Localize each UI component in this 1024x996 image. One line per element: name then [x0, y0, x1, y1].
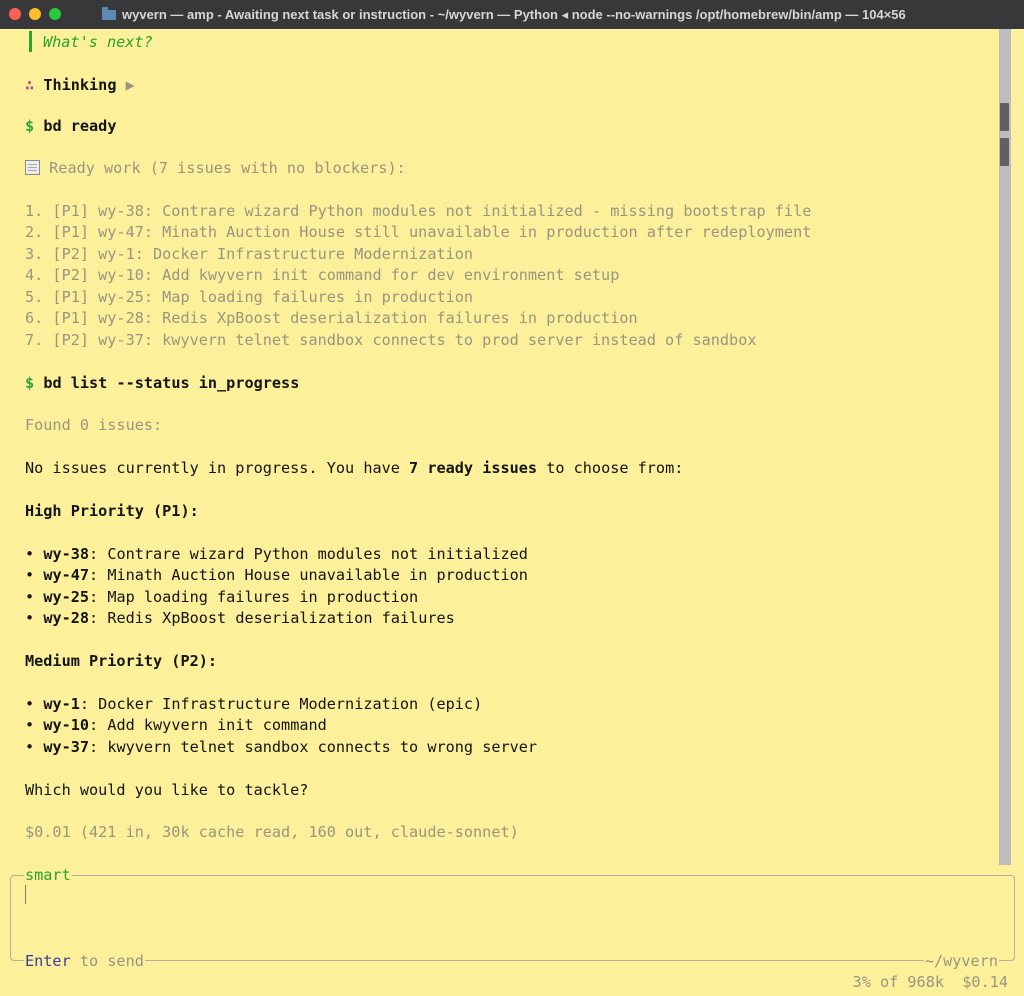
high-priority-header: High Priority (P1): — [25, 502, 199, 520]
shell-prompt: $ — [25, 117, 35, 135]
issue-id: wy-37 — [43, 738, 90, 756]
ready-item: 4. [P2] wy-10: Add kwyvern init command … — [25, 266, 620, 284]
title-bar: wyvern — amp - Awaiting next task or ins… — [0, 0, 1024, 29]
ready-item: 2. [P1] wy-47: Minath Auction House stil… — [25, 223, 812, 241]
summary-pre: No issues currently in progress. You hav… — [25, 459, 410, 477]
text-cursor[interactable] — [25, 885, 26, 904]
close-window-button[interactable] — [9, 8, 21, 20]
issue-id: wy-10 — [43, 716, 90, 734]
issue-id: wy-47 — [43, 566, 90, 584]
list-item: • wy-37: kwyvern telnet sandbox connects… — [25, 737, 537, 757]
issue-text: : kwyvern telnet sandbox connects to wro… — [89, 738, 538, 756]
issue-text: : Contrare wizard Python modules not ini… — [89, 545, 528, 563]
bullet: • — [25, 545, 35, 563]
bullet: • — [25, 566, 35, 584]
ready-item: 1. [P1] wy-38: Contrare wizard Python mo… — [25, 202, 812, 220]
cost-line: $0.01 (421 in, 30k cache read, 160 out, … — [25, 823, 519, 841]
thinking-label: Thinking — [43, 76, 117, 94]
thinking-icon: ∴ — [25, 76, 35, 94]
minimize-window-button[interactable] — [29, 8, 41, 20]
scroll-marker[interactable] — [1000, 103, 1009, 131]
found-count: Found 0 issues: — [25, 416, 163, 434]
list-item: • wy-25: Map loading failures in product… — [25, 587, 418, 607]
issue-id: wy-1 — [43, 695, 80, 713]
cwd-label: ~/wyvern — [923, 952, 999, 970]
ready-item: 6. [P1] wy-28: Redis XpBoost deserializa… — [25, 309, 638, 327]
shell-prompt: $ — [25, 374, 35, 392]
ready-item: 7. [P2] wy-37: kwyvern telnet sandbox co… — [25, 331, 757, 349]
issue-text: : Add kwyvern init command — [89, 716, 327, 734]
list-item: • wy-10: Add kwyvern init command — [25, 715, 327, 735]
zoom-window-button[interactable] — [49, 8, 61, 20]
folder-icon — [102, 7, 116, 20]
ready-item: 3. [P2] wy-1: Docker Infrastructure Mode… — [25, 245, 474, 263]
prompt-input-box[interactable] — [10, 875, 1015, 961]
issue-text: : Docker Infrastructure Modernization (e… — [79, 695, 483, 713]
ready-item: 5. [P1] wy-25: Map loading failures in p… — [25, 288, 474, 306]
context-usage: 3% of 968k — [852, 973, 944, 991]
issue-id: wy-25 — [43, 588, 90, 606]
usage-status: 3% of 968k $0.14 — [853, 973, 1008, 991]
issue-text: : Redis XpBoost deserialization failures — [89, 609, 455, 627]
ready-header-text: Ready work (7 issues with no blockers): — [49, 159, 406, 177]
command-text: bd ready — [43, 117, 117, 135]
issue-id: wy-28 — [43, 609, 90, 627]
question-line: Which would you like to tackle? — [25, 781, 309, 799]
previous-prompt: What's next? — [43, 33, 153, 51]
bullet: • — [25, 716, 35, 734]
session-cost: $0.14 — [962, 973, 1008, 991]
medium-priority-header: Medium Priority (P2): — [25, 652, 218, 670]
summary-post: to choose from: — [537, 459, 684, 477]
clipboard-icon — [25, 160, 40, 175]
issue-text: : Minath Auction House unavailable in pr… — [89, 566, 528, 584]
expand-arrow-icon[interactable]: ▶ — [126, 76, 135, 94]
mode-label[interactable]: smart — [24, 866, 72, 884]
bullet: • — [25, 609, 35, 627]
enter-key-label: Enter — [25, 952, 71, 970]
terminal-output[interactable]: What's next? ∴ Thinking ▶ $ bd ready Rea… — [0, 29, 1000, 996]
list-item: • wy-38: Contrare wizard Python modules … — [25, 544, 528, 564]
list-item: • wy-28: Redis XpBoost deserialization f… — [25, 608, 455, 628]
list-item: • wy-47: Minath Auction House unavailabl… — [25, 565, 528, 585]
ready-header: Ready work (7 issues with no blockers): — [25, 158, 406, 178]
bullet: • — [25, 695, 35, 713]
window-title: wyvern — amp - Awaiting next task or ins… — [122, 7, 906, 22]
send-hint-text: to send — [70, 952, 144, 970]
thinking-toggle[interactable]: ∴ Thinking ▶ — [25, 75, 135, 95]
prompt-quote-bar — [29, 31, 32, 52]
bullet: • — [25, 588, 35, 606]
issue-text: : Map loading failures in production — [89, 588, 419, 606]
bullet: • — [25, 738, 35, 756]
scroll-marker[interactable] — [1000, 138, 1009, 166]
summary-line: No issues currently in progress. You hav… — [25, 458, 683, 478]
list-item: • wy-1: Docker Infrastructure Modernizat… — [25, 694, 482, 714]
issue-id: wy-38 — [43, 545, 90, 563]
summary-count: 7 ready issues — [409, 459, 538, 477]
window-title-wrap: wyvern — amp - Awaiting next task or ins… — [102, 7, 906, 23]
command-text: bd list --status in_progress — [43, 374, 300, 392]
send-hint: Enter to send — [24, 952, 145, 970]
command-bd-list: $ bd list --status in_progress — [25, 373, 299, 393]
command-bd-ready: $ bd ready — [25, 116, 116, 136]
